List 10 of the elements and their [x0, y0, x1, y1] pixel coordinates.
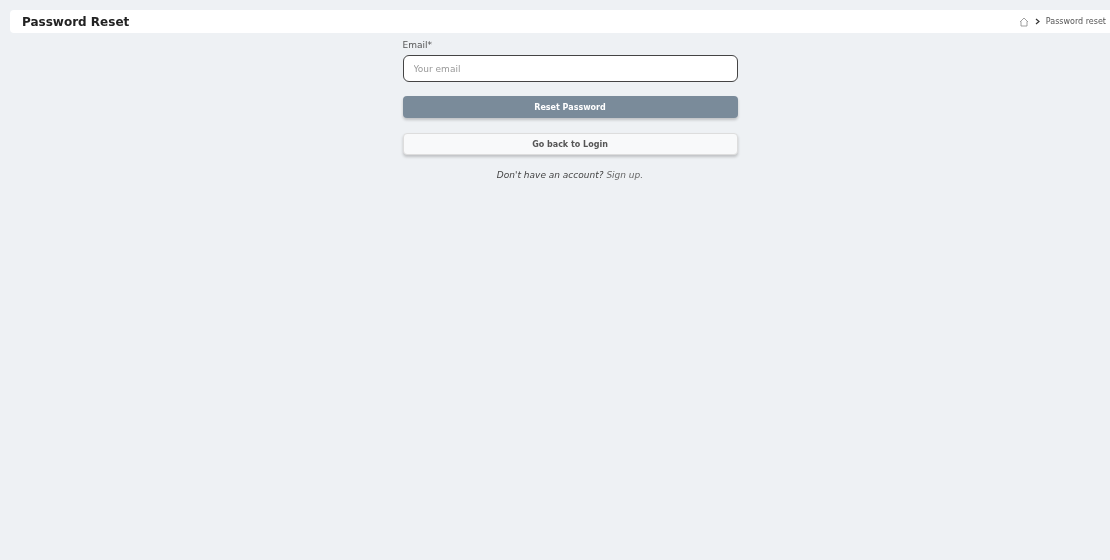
back-to-login-button[interactable]: Go back to Login [402, 133, 738, 155]
email-label: Email* [402, 40, 433, 50]
home-icon[interactable] [1018, 16, 1029, 27]
email-field[interactable]: Your email [402, 55, 738, 82]
breadcrumb-link[interactable]: Password reset [1045, 17, 1106, 26]
page-title: Password Reset [22, 14, 130, 29]
chevron-icon [1034, 18, 1040, 25]
signup-prompt: Don't have an account? Sign up. [495, 170, 645, 180]
reset-password-button[interactable]: Reset Password [402, 96, 738, 118]
signup-link[interactable]: Sign up. [606, 170, 644, 180]
